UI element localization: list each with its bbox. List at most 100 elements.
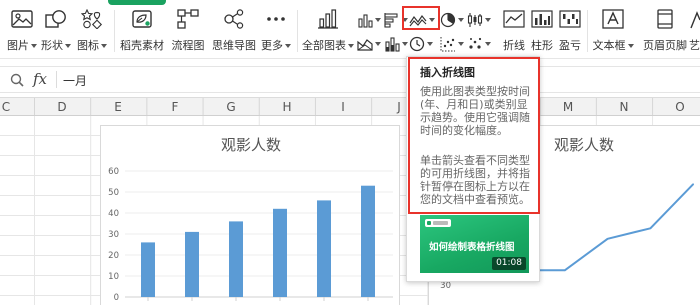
dropdown-caret-icon xyxy=(627,44,634,48)
textbox-button[interactable]: 文本框 xyxy=(590,0,636,56)
dropdown-caret-icon xyxy=(348,44,354,48)
header-footer-button[interactable]: 页眉页脚 xyxy=(640,0,690,56)
docer-material-icon xyxy=(131,9,153,29)
bar-chart[interactable]: 观影人数 0 10 20 30 40 50 60 xyxy=(100,125,400,305)
series-line xyxy=(522,183,694,272)
column-header[interactable]: O xyxy=(670,100,690,114)
bar-chart-plot: 0 10 20 30 40 50 60 xyxy=(108,167,393,303)
y-tick-label: 60 xyxy=(108,167,119,177)
picture-icon xyxy=(11,9,33,29)
textbox-label: 文本框 xyxy=(592,39,626,52)
column-headers: C D E F G H I J M N O xyxy=(0,97,700,116)
mindmap-button[interactable]: 思维导图 xyxy=(210,0,258,56)
formula-input[interactable]: 一月 xyxy=(63,72,87,89)
dropdown-caret-icon xyxy=(485,18,491,22)
column-header[interactable]: D xyxy=(52,100,72,114)
y-tick-label: 10 xyxy=(108,272,119,282)
column-header[interactable]: M xyxy=(558,100,578,114)
bar xyxy=(185,231,199,297)
donut-chart-button[interactable] xyxy=(409,35,433,53)
column-header[interactable]: I xyxy=(333,100,353,114)
y-tick-label: 30 xyxy=(440,281,451,291)
column-header[interactable]: H xyxy=(277,100,297,114)
formula-bar: fx 一月 xyxy=(0,66,700,93)
highlight-box xyxy=(402,6,440,30)
column-header[interactable]: E xyxy=(108,100,128,114)
docer-material-label: 稻壳素材 xyxy=(120,39,164,52)
area-chart-icon xyxy=(357,36,373,52)
bar xyxy=(229,221,243,297)
all-charts-label: 全部图表 xyxy=(302,39,346,52)
scatter-chart-icon xyxy=(440,36,456,52)
sparkline-winloss-icon xyxy=(559,9,581,29)
bar-chart-icon xyxy=(384,12,400,28)
area-chart-button[interactable] xyxy=(357,35,381,53)
bubble-chart-button[interactable] xyxy=(467,35,491,53)
y-tick-label: 40 xyxy=(108,209,119,219)
pie-chart-button[interactable] xyxy=(440,11,464,29)
shape-icon xyxy=(45,9,67,29)
column-header[interactable]: C xyxy=(0,100,16,114)
column-header[interactable]: N xyxy=(614,100,634,114)
stock-chart-button[interactable] xyxy=(467,11,491,29)
scatter-chart-button[interactable] xyxy=(440,35,464,53)
donut-chart-icon xyxy=(409,36,425,52)
spreadsheet-window: 图片 形状 图标 稻壳素材 流程图 思维导图 更多 全部图表 折线 柱形 盈亏 … xyxy=(0,0,700,305)
icon-library-icon xyxy=(80,8,103,30)
data-point xyxy=(564,269,566,272)
zoom-icon[interactable] xyxy=(10,73,24,87)
bar xyxy=(273,208,287,297)
column-header[interactable]: F xyxy=(165,100,185,114)
header-footer-icon xyxy=(654,9,676,29)
sparkline-winloss-label: 盈亏 xyxy=(559,39,581,52)
video-title: 如何绘制表格折线图 xyxy=(429,242,515,253)
tooltip-hint: 单击箭头查看不同类型的可用折线图，并将指针暂停在图标上方以在您的文档中查看预览。 xyxy=(420,154,530,206)
sparkline-line-icon xyxy=(503,9,525,29)
icon-library-button[interactable]: 图标 xyxy=(74,0,110,56)
mindmap-icon xyxy=(223,9,245,29)
bar xyxy=(361,185,375,297)
dropdown-caret-icon xyxy=(101,44,107,48)
bar xyxy=(141,242,155,297)
flowchart-label: 流程图 xyxy=(171,39,205,52)
textbox-icon xyxy=(602,9,624,29)
all-charts-button[interactable]: 全部图表 xyxy=(300,0,356,56)
more-label: 更多 xyxy=(261,39,283,52)
pie-chart-icon xyxy=(440,12,456,28)
stacked-column-icon xyxy=(384,36,400,52)
y-tick-label: 0 xyxy=(114,293,119,303)
sparkline-column-icon xyxy=(531,9,553,29)
video-duration: 01:08 xyxy=(492,257,526,270)
fx-button[interactable]: fx xyxy=(33,70,47,88)
dropdown-caret-icon xyxy=(285,44,291,48)
flowchart-icon xyxy=(177,9,199,29)
dropdown-caret-icon xyxy=(458,18,464,22)
column-header[interactable]: G xyxy=(221,100,241,114)
more-icon xyxy=(265,9,287,29)
y-tick-label: 50 xyxy=(108,188,119,198)
mindmap-label: 思维导图 xyxy=(212,39,256,52)
data-point xyxy=(649,227,652,230)
shape-label: 形状 xyxy=(41,39,63,52)
dropdown-caret-icon xyxy=(458,42,464,46)
y-tick-label: 30 xyxy=(108,230,119,240)
dropdown-caret-icon xyxy=(375,42,381,46)
dropdown-caret-icon xyxy=(427,42,433,46)
insert-line-chart-tooltip: 插入折线图 使用此图表类型按时间(年、月和日)或类别显示趋势。使用它强调随时间的… xyxy=(406,56,540,282)
bubble-chart-icon xyxy=(467,36,483,52)
picture-label: 图片 xyxy=(7,39,29,52)
tooltip-description: 使用此图表类型按时间(年、月和日)或类别显示趋势。使用它强调随时间的变化幅度。 xyxy=(420,85,530,137)
sparkline-winloss-button[interactable]: 盈亏 xyxy=(556,0,584,56)
art-text-button[interactable]: 艺 xyxy=(688,0,700,56)
tutorial-video-thumbnail[interactable]: 如何绘制表格折线图 01:08 xyxy=(420,215,529,273)
stacked-column-button[interactable] xyxy=(384,35,408,53)
tooltip-title: 插入折线图 xyxy=(420,66,475,79)
stock-chart-icon xyxy=(467,12,483,28)
data-point xyxy=(692,183,694,185)
flowchart-button[interactable]: 流程图 xyxy=(168,0,208,56)
header-footer-label: 页眉页脚 xyxy=(643,39,687,52)
y-tick-label: 20 xyxy=(108,251,119,261)
column-chart-button[interactable] xyxy=(357,11,381,29)
more-button[interactable]: 更多 xyxy=(258,0,294,56)
docer-material-button[interactable]: 稻壳素材 xyxy=(118,0,166,56)
